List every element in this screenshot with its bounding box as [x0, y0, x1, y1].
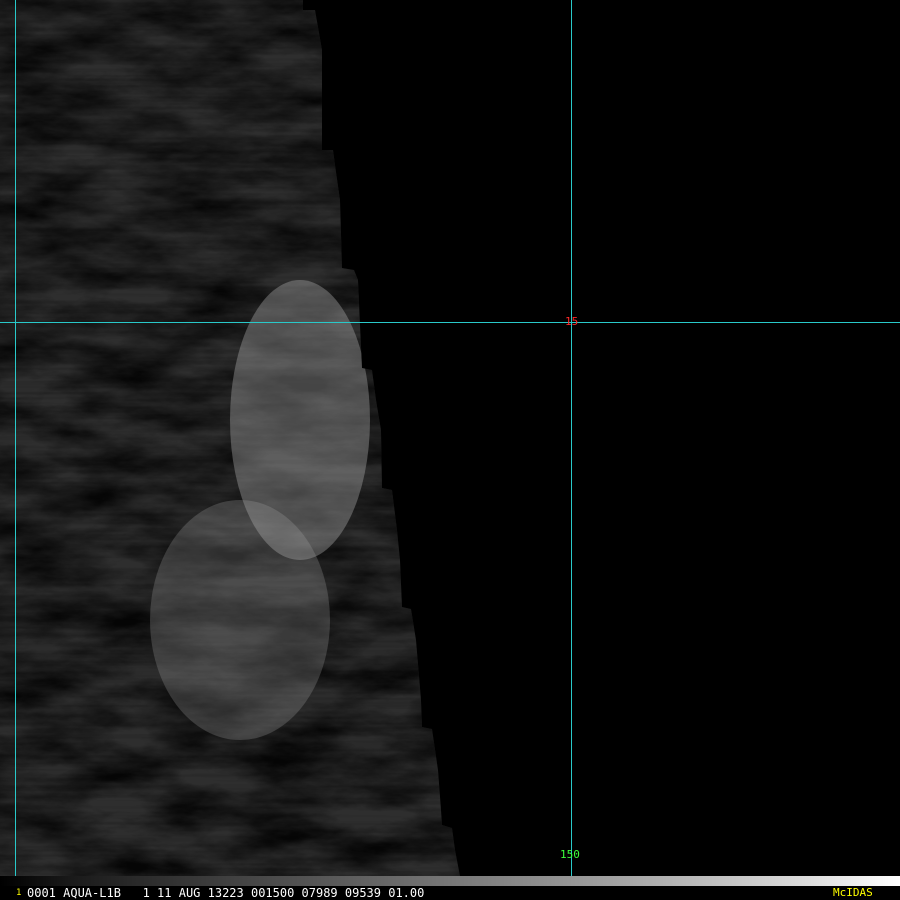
status-bar: 1 0001 AQUA-L1B 1 11 AUG 13223 001500 07…: [0, 876, 900, 900]
mcidas-brand-label: McIDAS: [833, 886, 873, 899]
satellite-image: [0, 0, 900, 876]
longitude-grid-line-150: [571, 0, 572, 886]
info-row: 1 0001 AQUA-L1B 1 11 AUG 13223 001500 07…: [0, 886, 900, 900]
latitude-grid-line-15: [0, 322, 900, 323]
longitude-label: 150: [560, 848, 580, 861]
grayscale-color-bar: [0, 876, 900, 886]
latitude-label: 15: [565, 315, 579, 328]
longitude-grid-line: [15, 0, 16, 886]
image-viewer[interactable]: 15 150 1 0001 AQUA-L1B 1 11 AUG 13223 00…: [0, 0, 900, 900]
image-info-text: 0001 AQUA-L1B 1 11 AUG 13223 001500 0798…: [27, 886, 425, 900]
frame-number: 1: [16, 888, 22, 898]
